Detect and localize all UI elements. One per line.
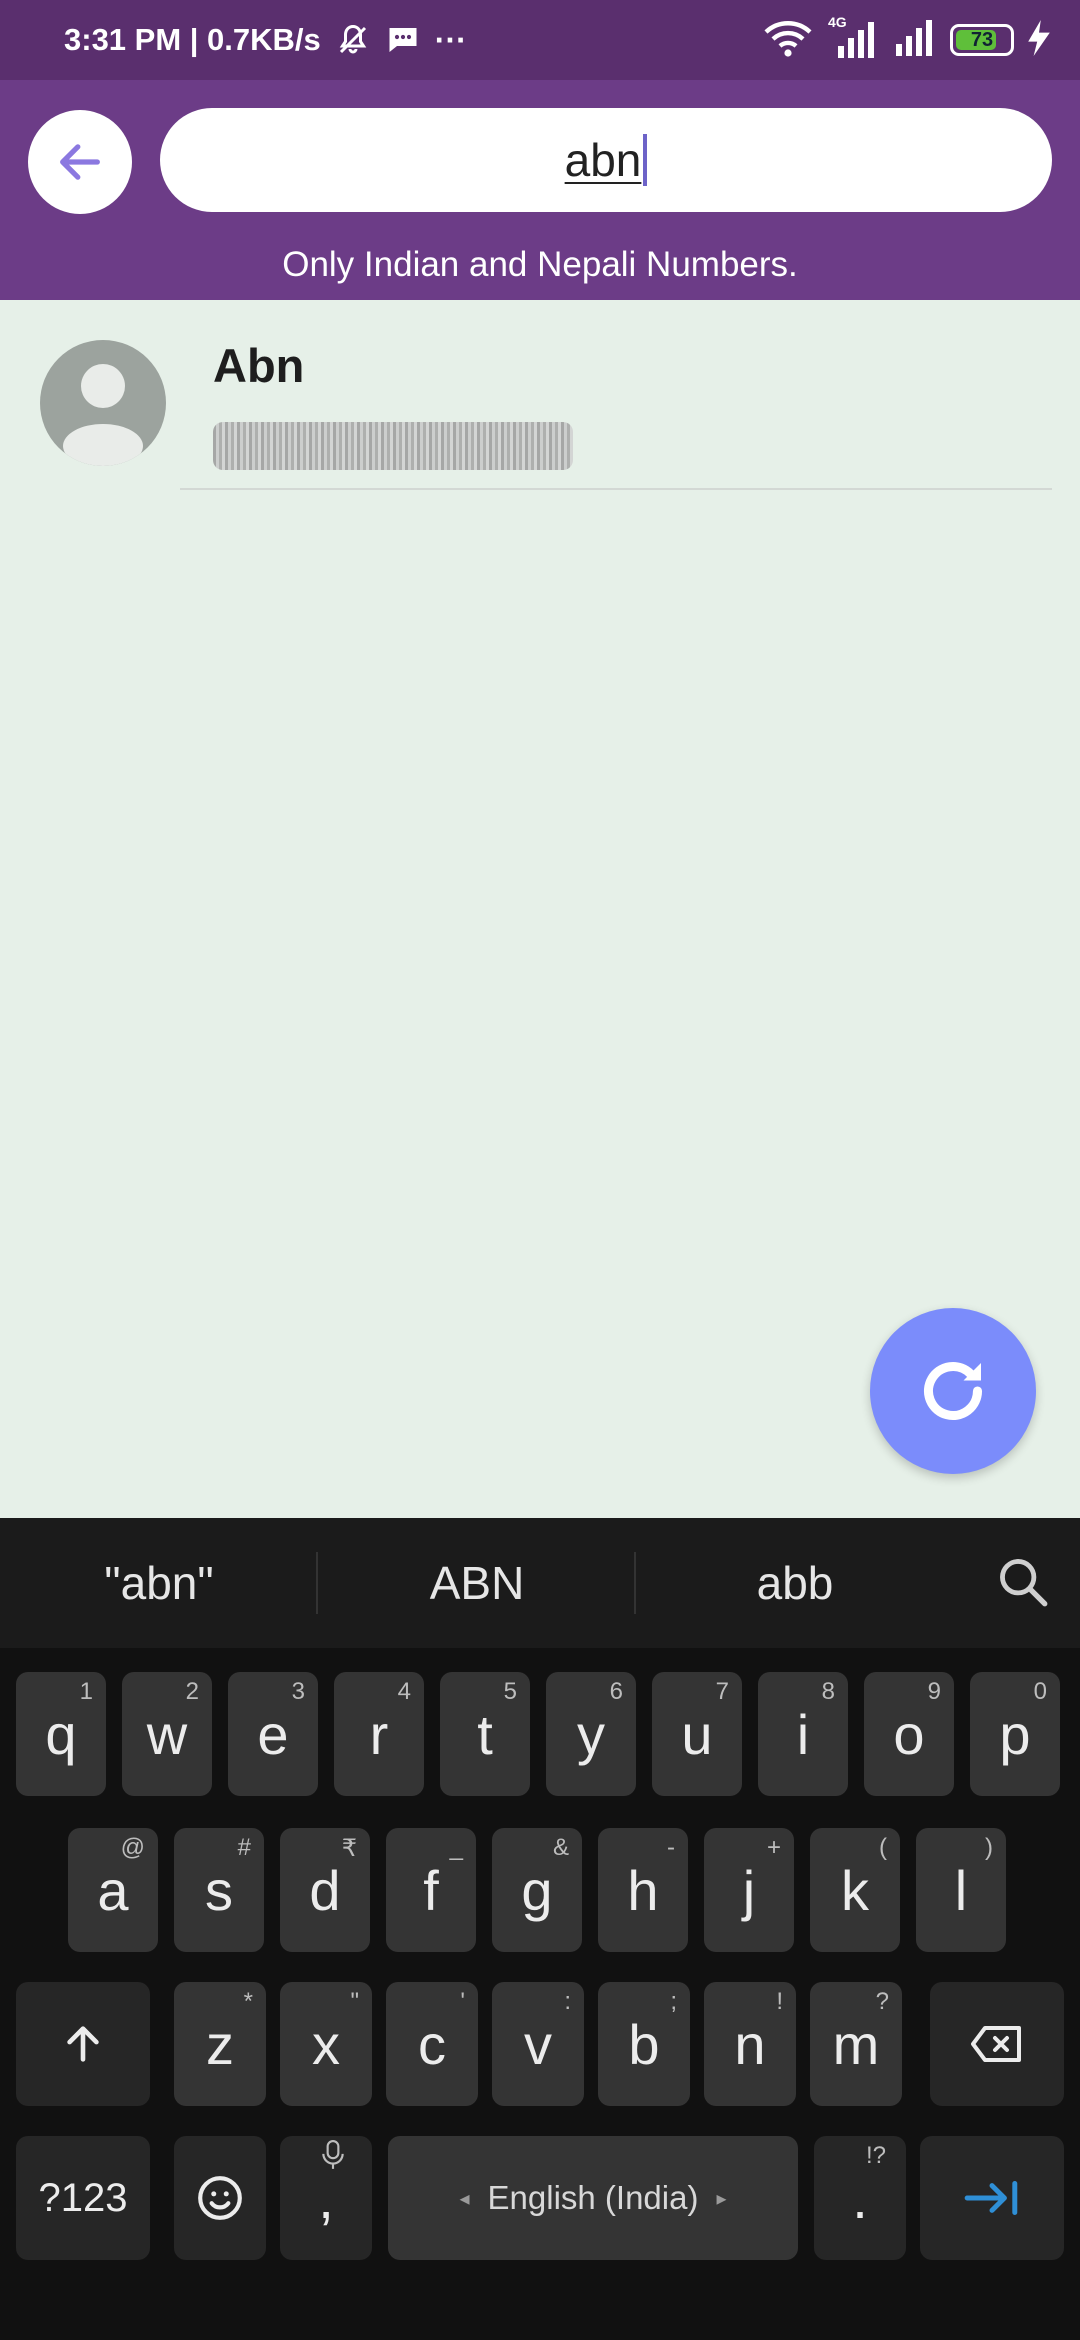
key-n[interactable]: n! [704, 1982, 796, 2106]
key-s[interactable]: s # [174, 1828, 264, 1952]
search-input[interactable]: abn [160, 108, 1052, 212]
message-icon [385, 22, 421, 58]
key-a[interactable]: a @ [68, 1828, 158, 1952]
key-hint: : [564, 1988, 571, 2015]
space-key[interactable]: ◂ English (India) ▸ [388, 2136, 798, 2260]
key-hint: ( [879, 1834, 887, 1861]
key-hint: 6 [609, 1678, 623, 1705]
key-y[interactable]: y6 [546, 1672, 636, 1796]
period-key[interactable]: . !? [814, 2136, 906, 2260]
key-l[interactable]: l) [916, 1828, 1006, 1952]
cellular-4g-icon: 4G [826, 14, 878, 58]
wifi-icon [764, 18, 812, 63]
emoji-key[interactable] [174, 2136, 266, 2260]
contact-name: Abn [213, 339, 305, 392]
comma-key[interactable]: , [280, 2136, 372, 2260]
language-right-arrow-icon: ▸ [716, 2187, 727, 2210]
key-c[interactable]: c ' [386, 1982, 478, 2106]
key-b[interactable]: b; [598, 1982, 690, 2106]
keyboard-search-icon[interactable] [994, 1553, 1052, 1616]
person-placeholder-icon [63, 364, 143, 466]
text-cursor [643, 134, 648, 186]
key-hint: ' [460, 1988, 465, 2015]
status-bar: 3:31 PM | 0.7KB/s ··· 4G 73 [0, 0, 1080, 80]
key-hint: * [243, 1988, 253, 2015]
key-f[interactable]: f _ [386, 1828, 476, 1952]
key-hint: 8 [821, 1678, 835, 1705]
key-m[interactable]: m? [810, 1982, 902, 2106]
refresh-button[interactable] [870, 1308, 1036, 1474]
shift-key[interactable] [16, 1982, 150, 2106]
key-i[interactable]: i8 [758, 1672, 848, 1796]
key-hint: 5 [503, 1678, 517, 1705]
key-g[interactable]: g & [492, 1828, 582, 1952]
key-hint: ! [776, 1988, 783, 2015]
key-hint: 3 [291, 1678, 305, 1705]
key-hint: 9 [927, 1678, 941, 1705]
key-u[interactable]: u7 [652, 1672, 742, 1796]
key-hint: ; [670, 1988, 677, 2015]
suggestion-1[interactable]: "abn" [0, 1518, 318, 1648]
key-r[interactable]: r4 [334, 1672, 424, 1796]
more-notifications-dots: ··· [434, 21, 467, 58]
suggestion-3[interactable]: abb [636, 1518, 954, 1648]
key-v[interactable]: v: [492, 1982, 584, 2106]
key-j[interactable]: j + [704, 1828, 794, 1952]
key-e[interactable]: e3 [228, 1672, 318, 1796]
emoji-icon [198, 2176, 242, 2220]
key-hint: @ [120, 1834, 145, 1861]
search-input-value: abn [564, 134, 642, 186]
back-arrow-icon [60, 144, 100, 180]
key-h[interactable]: h- [598, 1828, 688, 1952]
key-hint: ) [985, 1834, 993, 1861]
key-hint: 0 [1033, 1678, 1047, 1705]
key-hint: + [766, 1834, 781, 1861]
key-hint: " [350, 1988, 359, 2015]
divider [180, 488, 1052, 490]
key-hint: - [667, 1834, 675, 1861]
key-hint: 7 [715, 1678, 729, 1705]
key-q[interactable]: q1 [16, 1672, 106, 1796]
contact-number-redacted [213, 422, 573, 470]
soft-keyboard: "abn" ABN abb q 1 w 2 e 3 r 4 t 5 y 6 u 7 i 8 o 9 p 0 a @ s # d ₹… [0, 1518, 1080, 2340]
key-w[interactable]: w2 [122, 1672, 212, 1796]
key-t[interactable]: t5 [440, 1672, 530, 1796]
key-hint: & [552, 1834, 569, 1861]
muted-bell-icon [335, 22, 371, 58]
symbols-key[interactable]: ?123 [16, 2136, 150, 2260]
key-k[interactable]: k( [810, 1828, 900, 1952]
language-left-arrow-icon: ◂ [459, 2187, 470, 2210]
status-time-speed: 3:31 PM | 0.7KB/s [64, 22, 321, 57]
key-hint: ? [875, 1988, 889, 2015]
key-p[interactable]: p0 [970, 1672, 1060, 1796]
key-hint: # [237, 1834, 251, 1861]
suggestion-2[interactable]: ABN [318, 1518, 636, 1648]
key-hint: 2 [185, 1678, 199, 1705]
key-hint: _ [449, 1834, 463, 1861]
key-hint: ₹ [341, 1835, 357, 1862]
charging-bolt-icon [1028, 19, 1050, 61]
backspace-icon [971, 2026, 1021, 2062]
search-hint: Only Indian and Nepali Numbers. [282, 245, 798, 284]
key-hint: 4 [397, 1678, 411, 1705]
contact-list-item[interactable]: Abn [0, 300, 1080, 500]
key-x[interactable]: x " [280, 1982, 372, 2106]
refresh-icon [923, 1361, 983, 1420]
suggestion-bar: "abn" ABN abb [0, 1518, 1080, 1648]
key-z[interactable]: z * [174, 1982, 266, 2106]
backspace-key[interactable] [930, 1982, 1064, 2106]
cellular-signal-icon [892, 19, 936, 61]
key-hint: 1 [79, 1678, 93, 1705]
shift-arrow-icon [67, 2026, 99, 2062]
back-button[interactable] [28, 110, 132, 214]
microphone-icon [320, 2140, 346, 2177]
battery-indicator: 73 [950, 24, 1014, 56]
app-header: abn Only Indian and Nepali Numbers. [0, 80, 1080, 300]
key-d[interactable]: d ₹ [280, 1828, 370, 1952]
next-field-key[interactable] [920, 2136, 1064, 2260]
avatar [40, 340, 166, 466]
key-o[interactable]: o9 [864, 1672, 954, 1796]
tab-next-icon [964, 2181, 1018, 2215]
